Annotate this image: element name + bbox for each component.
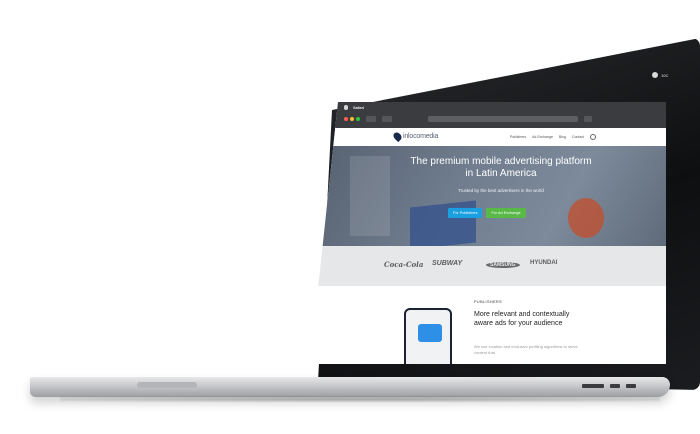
usb-port-icon: [626, 384, 636, 388]
hero-title: The premium mobile advertising platform …: [410, 156, 592, 179]
zoom-button[interactable]: [356, 117, 360, 121]
for-ad-exchange-button[interactable]: For Ad Exchange: [486, 208, 526, 218]
hdmi-port-icon: [610, 384, 620, 388]
close-button[interactable]: [344, 117, 348, 121]
for-publishers-button[interactable]: For Publishers: [448, 208, 483, 218]
nav-blog[interactable]: Blog: [559, 135, 566, 139]
publishers-title: More relevant and contextually aware ads…: [474, 311, 570, 327]
brand-logo-coca-cola: Coca-Cola: [384, 260, 424, 269]
brand-logo-hyundai: HYUNDAI: [530, 260, 558, 266]
system-status: 10C: [652, 72, 696, 78]
brand-logo-samsung: SAMSUNG: [486, 262, 520, 268]
brand-logos-strip: Coca-Cola SUBWAY SAMSUNG HYUNDAI: [310, 246, 666, 286]
publishers-label: PUBLISHERS: [474, 300, 503, 304]
laptop-base: [30, 377, 670, 397]
hero-buttons: For Publishers For Ad Exchange: [448, 208, 526, 218]
search-icon[interactable]: [590, 134, 596, 140]
menu-app-name[interactable]: Safari: [353, 105, 364, 110]
laptop-ports: [582, 384, 636, 390]
chat-bubble-icon: [418, 324, 442, 342]
status-icon: [652, 72, 658, 78]
hero-subtitle: Trusted by the best advertisers in the w…: [458, 188, 544, 193]
site-logo[interactable]: inlocomedia: [391, 130, 439, 143]
laptop-shadow: [60, 396, 660, 402]
sd-card-slot-icon: [582, 384, 604, 388]
nav-contact[interactable]: Contact: [572, 135, 584, 139]
publishers-section: PUBLISHERS More relevant and contextuall…: [310, 286, 666, 364]
menu-bar: Safari: [344, 102, 364, 112]
status-text: 10C: [661, 72, 669, 78]
share-button[interactable]: [584, 116, 592, 122]
site-header: inlocomedia Publishers Ad Exchange Blog …: [310, 128, 666, 147]
nav-publishers[interactable]: Publishers: [510, 135, 526, 139]
address-bar[interactable]: [428, 116, 578, 122]
toolbar: [338, 112, 666, 126]
window-controls: [344, 117, 360, 121]
location-pin-icon: [391, 130, 404, 143]
back-button[interactable]: [366, 116, 376, 122]
publishers-body: We use location and exclusive profiling …: [474, 344, 578, 355]
browser-chrome: Safari: [310, 102, 666, 128]
hero-section: The premium mobile advertising platform …: [310, 146, 666, 250]
main-nav: Publishers Ad Exchange Blog Contact: [510, 134, 596, 140]
nav-ad-exchange[interactable]: Ad Exchange: [532, 135, 553, 139]
trackpad-notch: [137, 382, 197, 388]
laptop-screen: Safari inlocomedia Publishers Ad Exchang…: [310, 102, 666, 364]
brand-logo-subway: SUBWAY: [432, 260, 463, 267]
sidebar-button[interactable]: [382, 116, 392, 122]
minimize-button[interactable]: [350, 117, 354, 121]
logo-text: inlocomedia: [403, 133, 439, 140]
apple-icon[interactable]: [344, 104, 348, 110]
hero-background-apple: [568, 198, 604, 238]
hero-background-building: [350, 156, 390, 236]
